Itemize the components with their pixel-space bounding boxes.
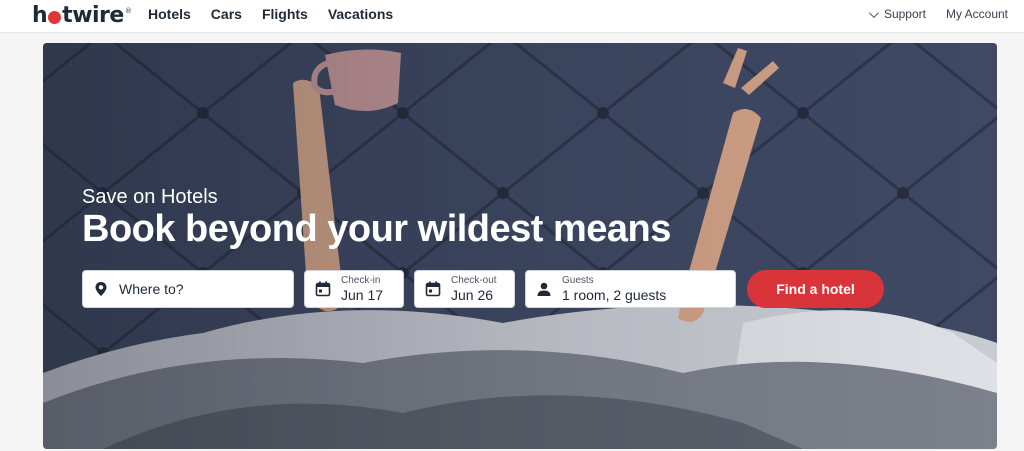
logo-dot: [48, 10, 62, 24]
nav-flights[interactable]: Flights: [262, 6, 308, 22]
destination-field[interactable]: [82, 270, 294, 308]
support-label: Support: [883, 7, 926, 21]
checkin-text: Check-in Jun 17: [341, 275, 383, 304]
logo-prefix: h: [32, 3, 48, 28]
checkin-label: Check-in: [341, 274, 381, 286]
hero-eyebrow: Save on Hotels: [82, 186, 218, 208]
checkout-label: Check-out: [451, 274, 497, 286]
nav-hotels[interactable]: Hotels: [148, 6, 191, 22]
nav-vacations[interactable]: Vacations: [328, 6, 393, 22]
main-nav: Hotels Cars Flights Vacations: [148, 6, 393, 22]
logo-registered-mark: ®: [124, 7, 132, 15]
my-account-link[interactable]: My Account: [946, 7, 1008, 21]
support-menu[interactable]: Support: [868, 7, 926, 21]
chevron-down-icon: [868, 7, 879, 18]
hotwire-logo[interactable]: h twire ®: [32, 3, 132, 28]
checkout-field[interactable]: Check-out Jun 26: [414, 270, 515, 308]
utility-nav: Support My Account: [868, 7, 1008, 21]
nav-cars[interactable]: Cars: [211, 6, 242, 22]
checkout-text: Check-out Jun 26: [451, 275, 497, 304]
checkout-value: Jun 26: [451, 286, 494, 303]
guests-value: 1 room, 2 guests: [562, 286, 667, 303]
guests-label: Guests: [562, 274, 594, 286]
hero-banner: Save on Hotels Book beyond your wildest …: [43, 43, 997, 449]
location-pin-icon: [95, 282, 107, 296]
checkin-value: Jun 17: [341, 286, 384, 303]
hero-headline: Book beyond your wildest means: [82, 208, 671, 250]
calendar-icon: [425, 281, 441, 297]
find-hotel-button[interactable]: Find a hotel: [747, 270, 884, 308]
logo-suffix: twire: [62, 3, 124, 28]
destination-input[interactable]: [119, 281, 279, 297]
calendar-icon: [315, 281, 331, 297]
person-icon: [537, 282, 551, 296]
checkin-field[interactable]: Check-in Jun 17: [304, 270, 404, 308]
guests-text: Guests 1 room, 2 guests: [562, 275, 666, 304]
top-header: h twire ® Hotels Cars Flights Vacations Su…: [0, 0, 1024, 33]
guests-field[interactable]: Guests 1 room, 2 guests: [525, 270, 736, 308]
